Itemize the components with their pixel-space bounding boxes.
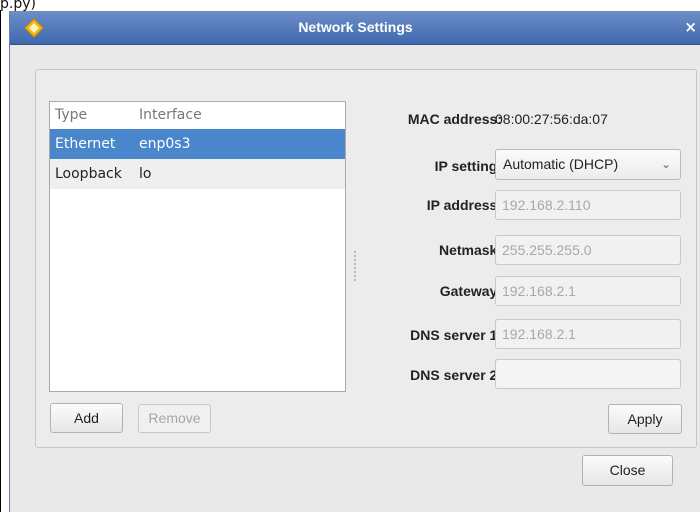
mac-address-value: 08:00:27:56:da:07 bbox=[495, 111, 608, 127]
titlebar[interactable]: Network Settings × bbox=[10, 11, 700, 45]
row-interface: enp0s3 bbox=[139, 136, 191, 152]
list-item-ethernet[interactable]: Ethernet enp0s3 bbox=[50, 129, 345, 159]
chevron-down-icon: ⌄ bbox=[660, 157, 671, 171]
gateway-label: Gateway: bbox=[439, 283, 502, 299]
netmask-label: Netmask: bbox=[438, 242, 502, 258]
ip-setting-select[interactable]: Automatic (DHCP) ⌄ bbox=[495, 149, 681, 180]
dns-server-2-field[interactable] bbox=[495, 359, 681, 389]
interface-list[interactable]: Type Interface Ethernet enp0s3 Loopback … bbox=[49, 101, 346, 392]
window-title: Network Settings bbox=[298, 19, 413, 35]
row-interface: lo bbox=[139, 166, 152, 182]
list-item-loopback[interactable]: Loopback lo bbox=[50, 159, 345, 189]
ip-setting-value: Automatic (DHCP) bbox=[503, 156, 619, 172]
column-header-type[interactable]: Type bbox=[55, 102, 87, 129]
ip-setting-label: IP setting: bbox=[434, 158, 502, 174]
settings-group: Type Interface Ethernet enp0s3 Loopback … bbox=[35, 69, 697, 448]
ip-address-field[interactable]: 192.168.2.110 bbox=[495, 190, 681, 220]
remove-button[interactable]: Remove bbox=[138, 404, 211, 433]
row-type: Ethernet bbox=[55, 136, 116, 152]
dns-server-1-label: DNS server 1: bbox=[410, 327, 502, 343]
network-settings-dialog: Network Settings × Type Interface Ethern… bbox=[9, 11, 700, 512]
close-button[interactable]: Close bbox=[582, 455, 673, 486]
gateway-field[interactable]: 192.168.2.1 bbox=[495, 276, 681, 306]
row-type: Loopback bbox=[55, 166, 122, 182]
mac-address-label: MAC address: bbox=[407, 111, 502, 127]
page-left-rule bbox=[0, 10, 1, 512]
apply-button[interactable]: Apply bbox=[608, 404, 682, 434]
dns-server-2-label: DNS server 2: bbox=[410, 367, 502, 383]
add-button[interactable]: Add bbox=[50, 403, 123, 433]
ip-address-label: IP address: bbox=[426, 197, 502, 213]
window-close-icon[interactable]: × bbox=[684, 11, 697, 44]
list-header: Type Interface bbox=[50, 102, 345, 129]
netmask-field[interactable]: 255.255.255.0 bbox=[495, 235, 681, 265]
dns-server-1-field[interactable]: 192.168.2.1 bbox=[495, 319, 681, 349]
column-header-interface[interactable]: Interface bbox=[139, 102, 202, 129]
page-top-label: p.py) bbox=[0, 0, 36, 12]
